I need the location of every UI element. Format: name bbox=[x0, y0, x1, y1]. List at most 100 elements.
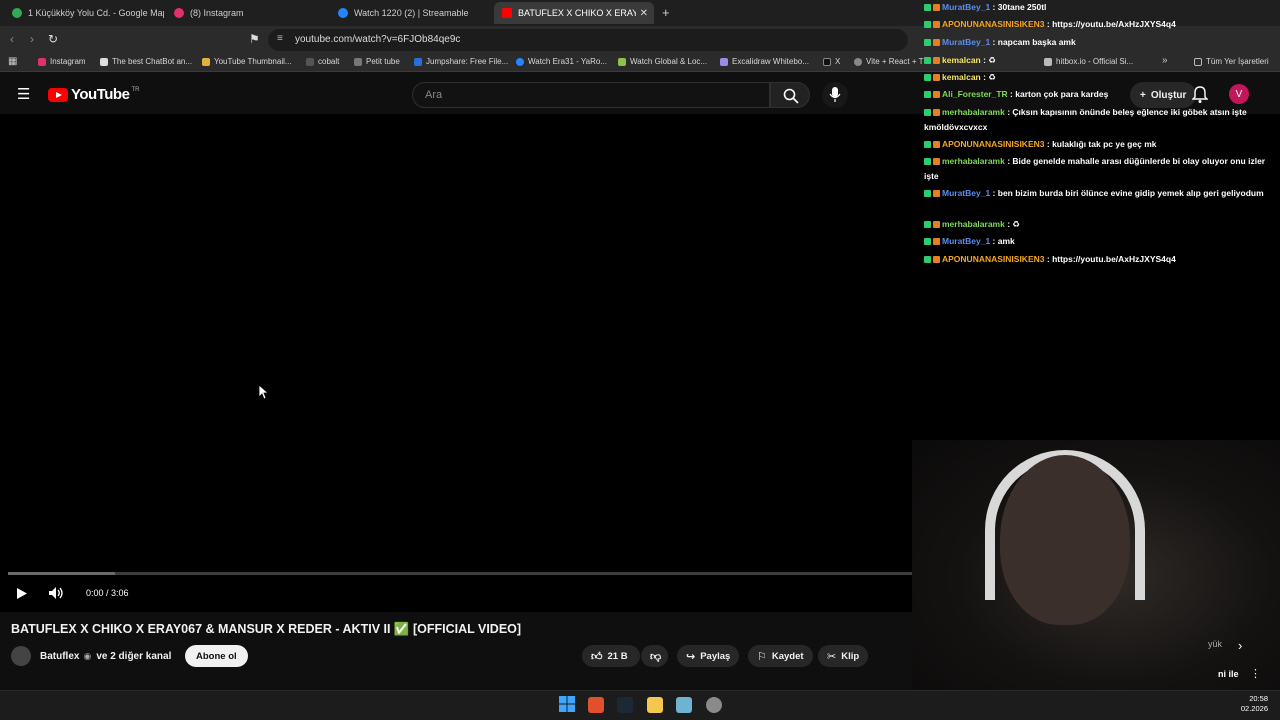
chat-message: MuratBey_1 : ben bizim burda biri ölünce… bbox=[924, 186, 1278, 201]
bookmark-item[interactable]: Petit tube bbox=[354, 57, 400, 66]
region-code: TR bbox=[131, 86, 140, 93]
bookmark-icon[interactable]: ⚑ bbox=[249, 32, 260, 46]
chat-username: MuratBey_1 bbox=[942, 188, 991, 198]
bookmark-label: Jumpshare: Free File... bbox=[426, 57, 509, 66]
chat-overlay: MuratBey_1 : 30tane 250tl APONUNANASINISI… bbox=[922, 0, 1280, 270]
instagram-icon bbox=[38, 57, 46, 66]
kick-badge-icon bbox=[924, 109, 931, 117]
volume-icon[interactable] bbox=[48, 586, 64, 600]
kick-badge-icon bbox=[924, 158, 931, 166]
chat-message: merhabalaramk : Çıksın kapısının önünde … bbox=[924, 105, 1278, 135]
chat-separator: : bbox=[1044, 19, 1053, 29]
bookmark-label: YouTube Thumbnail... bbox=[214, 57, 292, 66]
apps-grid-icon[interactable]: ▦ bbox=[8, 56, 17, 67]
subscriber-badge-icon bbox=[933, 4, 940, 12]
bookmark-item[interactable]: Watch Era31 - YaRo... bbox=[516, 57, 607, 66]
youtube-logo[interactable]: YouTube TR bbox=[48, 86, 139, 103]
like-button[interactable]: 👍︎ 21 B bbox=[582, 645, 640, 667]
tab-google-maps[interactable]: 1 Küçükköy Yolu Cd. - Google Maps bbox=[4, 2, 164, 24]
save-button[interactable]: ⚐ Kaydet bbox=[748, 645, 813, 667]
channel-name[interactable]: Batuflex bbox=[40, 651, 79, 662]
share-icon: ↪ bbox=[686, 650, 696, 663]
bookmark-item[interactable]: Excalidraw Whitebo... bbox=[720, 57, 809, 66]
windows-start-icon[interactable] bbox=[559, 696, 575, 712]
address-bar[interactable]: ≡ youtube.com/watch?v=6FJOb84qe9c bbox=[268, 29, 908, 51]
chat-text: https://youtu.be/AxHzJXYS4q4 bbox=[1052, 19, 1176, 29]
logo-text: YouTube bbox=[71, 86, 130, 103]
chat-message: MuratBey_1 : napcam başka amk bbox=[924, 35, 1278, 50]
share-button[interactable]: ↪ Paylaş bbox=[677, 645, 740, 667]
thumbs-down-icon: 👎︎ bbox=[650, 650, 662, 663]
clip-button[interactable]: ✂ Klip bbox=[818, 645, 869, 667]
scissors-icon: ✂ bbox=[827, 650, 837, 663]
bookmark-label: Petit tube bbox=[366, 57, 400, 66]
new-tab-button[interactable]: + bbox=[662, 5, 670, 20]
tab-streamable[interactable]: Watch 1220 (2) | Streamable bbox=[330, 2, 490, 24]
thumbnail-icon bbox=[202, 57, 210, 66]
chat-separator: : bbox=[990, 37, 998, 47]
dislike-button[interactable]: 👎︎ bbox=[641, 645, 668, 667]
bookmark-label: The best ChatBot an... bbox=[112, 57, 193, 66]
reload-icon[interactable]: ↻ bbox=[48, 32, 58, 46]
play-icon[interactable] bbox=[15, 587, 28, 600]
app-icon[interactable] bbox=[706, 697, 722, 713]
forward-icon[interactable]: › bbox=[30, 32, 34, 46]
bookmark-item[interactable]: Vite + React + T bbox=[854, 57, 924, 66]
chat-text: ♻ bbox=[988, 72, 996, 82]
subscribe-button[interactable]: Abone ol bbox=[185, 645, 248, 667]
voice-search-button[interactable] bbox=[822, 82, 848, 108]
chat-text: kulaklığı tak pc ye geç mk bbox=[1052, 139, 1157, 149]
chat-message: merhabalaramk : Bide genelde mahalle ara… bbox=[924, 154, 1278, 184]
kick-badge-icon bbox=[924, 39, 931, 47]
subscriber-badge-icon bbox=[933, 141, 940, 149]
search-icon bbox=[783, 88, 799, 104]
chat-username: merhabalaramk bbox=[942, 219, 1005, 229]
more-options-icon[interactable]: ⋮ bbox=[1250, 667, 1261, 680]
bookmark-item[interactable]: The best ChatBot an... bbox=[100, 57, 192, 66]
site-info-icon[interactable]: ≡ bbox=[277, 33, 283, 44]
brave-browser-icon[interactable] bbox=[588, 697, 604, 713]
search-button[interactable] bbox=[770, 82, 810, 108]
bookmark-item[interactable]: Instagram bbox=[38, 57, 86, 66]
partial-text: yük bbox=[1208, 639, 1223, 649]
hamburger-menu-icon[interactable]: ☰ bbox=[17, 85, 30, 103]
back-icon[interactable]: ‹ bbox=[10, 32, 14, 46]
kick-badge-icon bbox=[924, 74, 931, 82]
buffered-bar bbox=[8, 572, 116, 575]
channel-avatar[interactable] bbox=[11, 646, 31, 666]
streamable-icon bbox=[338, 8, 348, 18]
photos-icon[interactable] bbox=[676, 697, 692, 713]
streamer-head bbox=[1000, 455, 1130, 625]
streamable-icon bbox=[516, 57, 524, 66]
url-text: youtube.com/watch?v=6FJOb84qe9c bbox=[295, 34, 461, 45]
bookmark-item[interactable]: YouTube Thumbnail... bbox=[202, 57, 292, 66]
jumpshare-icon bbox=[414, 57, 422, 66]
youtube-play-icon bbox=[48, 87, 68, 102]
kick-badge-icon bbox=[924, 141, 931, 149]
close-tab-icon[interactable]: ✕ bbox=[640, 8, 648, 19]
collab-channels[interactable]: ve 2 diğer kanal bbox=[96, 651, 171, 662]
chat-message: kemalcan : ♻ bbox=[924, 70, 1278, 85]
chat-username: APONUNANASINISIKEN3 bbox=[942, 19, 1045, 29]
excalidraw-icon bbox=[720, 57, 728, 66]
bookmark-label: Vite + React + T bbox=[866, 57, 924, 66]
instagram-icon bbox=[174, 8, 184, 18]
bookmark-item[interactable]: X bbox=[823, 57, 840, 66]
tab-youtube-active[interactable]: BATUFLEX X CHIKO X ERAY067 & ✕ bbox=[494, 2, 654, 24]
bookmark-item[interactable]: cobalt bbox=[306, 57, 339, 66]
tab-instagram[interactable]: (8) Instagram bbox=[166, 2, 326, 24]
chat-text: https://youtu.be/AxHzJXYS4q4 bbox=[1052, 254, 1176, 264]
bookmark-item[interactable]: Jumpshare: Free File... bbox=[414, 57, 508, 66]
chat-username: APONUNANASINISIKEN3 bbox=[942, 139, 1045, 149]
microphone-icon bbox=[829, 87, 841, 102]
chat-username: MuratBey_1 bbox=[942, 37, 991, 47]
chevron-right-icon[interactable]: › bbox=[1238, 638, 1242, 653]
save-label: Kaydet bbox=[771, 650, 804, 662]
search-input[interactable]: Ara bbox=[412, 82, 770, 108]
file-explorer-icon[interactable] bbox=[647, 697, 663, 713]
kick-badge-icon bbox=[924, 238, 931, 246]
bookmark-item[interactable]: Watch Global & Loc... bbox=[618, 57, 707, 66]
chat-text: napcam başka amk bbox=[997, 37, 1076, 47]
subscriber-badge-icon bbox=[933, 238, 940, 246]
steam-icon[interactable] bbox=[617, 697, 633, 713]
